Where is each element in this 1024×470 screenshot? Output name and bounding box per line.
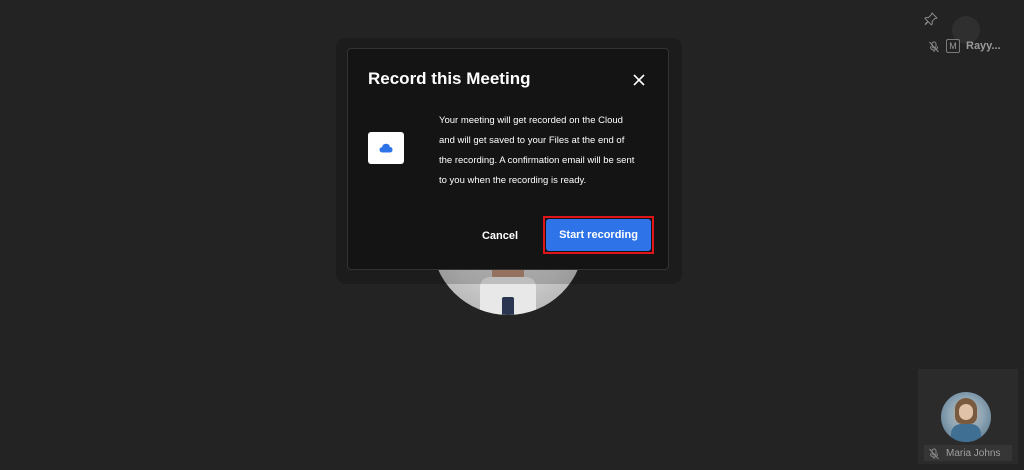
cancel-button[interactable]: Cancel [472,225,528,247]
record-meeting-dialog: Record this Meeting Your meeting will ge… [347,48,669,270]
participant-namebar: Maria Johns [924,445,1012,461]
mic-off-icon [928,40,940,53]
start-recording-button[interactable]: Start recording [546,219,651,251]
cloud-icon [379,143,393,153]
participant-name: Maria Johns [946,447,1001,459]
participant-tile-top-right[interactable]: M Rayy... [918,8,1018,60]
pin-icon[interactable] [924,12,938,26]
participant-info: M Rayy... [928,38,1001,54]
close-button[interactable] [630,71,648,89]
dialog-title: Record this Meeting [368,69,531,88]
cloud-card [368,132,404,164]
mic-off-icon [928,447,940,460]
moderator-badge: M [946,39,960,53]
meeting-stage: M Rayy... Maria Johns Record this Meetin… [0,0,1024,470]
avatar [941,392,991,442]
participant-tile-bottom-right[interactable]: Maria Johns [918,369,1018,464]
close-icon [633,74,645,86]
dialog-description: Your meeting will get recorded on the Cl… [439,115,635,186]
participant-name: Rayy... [966,40,1001,52]
